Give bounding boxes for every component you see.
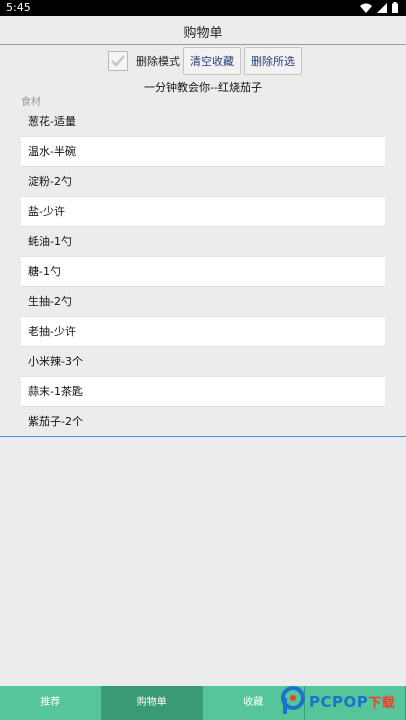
list-item[interactable]: 蒜末-1茶匙 (21, 377, 385, 407)
watermark: PCPOP下载 (280, 684, 406, 718)
list-item[interactable]: 盐-少许 (21, 197, 385, 227)
recipe-title: 一分钟教会你--红烧茄子 (144, 81, 262, 94)
watermark-brand: PCPOP (309, 692, 369, 711)
page-title: 购物单 (183, 26, 223, 41)
ingredients-section-label: 食材 (21, 97, 41, 108)
pcpop-logo-icon (281, 686, 305, 714)
status-icons (360, 2, 398, 13)
list-divider (0, 436, 406, 437)
delete-mode-label: 删除模式 (136, 55, 180, 68)
list-item[interactable]: 紫茄子-2个 (21, 407, 385, 437)
ingredient-list: 葱花-适量 温水-半碗 淀粉-2勺 盐-少许 蚝油-1勺 糖-1勺 生抽-2勺 老抽-少许 小米… (21, 107, 385, 437)
checkmark-icon (111, 55, 125, 67)
list-item[interactable]: 糖-1勺 (21, 257, 385, 287)
list-item[interactable]: 老抽-少许 (21, 317, 385, 347)
watermark-suffix: 下载 (368, 695, 396, 711)
watermark-text: PCPOP下载 (309, 692, 395, 711)
delete-mode-checkbox[interactable] (108, 51, 128, 71)
list-item[interactable]: 小米辣-3个 (21, 347, 385, 377)
battery-icon (392, 2, 398, 13)
nav-tab-0[interactable]: 推荐 (0, 686, 102, 720)
delete-selected-button[interactable]: 删除所选 (244, 47, 302, 75)
nav-tab-1[interactable]: 购物单 (101, 686, 203, 720)
signal-icon (377, 2, 387, 13)
status-bar: 5:45 (0, 0, 406, 16)
list-item[interactable]: 温水-半碗 (21, 137, 385, 167)
list-item[interactable]: 蚝油-1勺 (21, 227, 385, 257)
title-bar: 购物单 (0, 16, 406, 45)
clear-favorites-button[interactable]: 清空收藏 (183, 47, 241, 75)
toolbar: 删除模式 清空收藏 删除所选 (108, 46, 305, 76)
app-screen: 5:45 购物单 删除模式 清空收藏 删除所选 一分钟教会你--红烧茄子 食材 (0, 0, 406, 720)
status-time: 5:45 (6, 1, 31, 14)
list-item[interactable]: 生抽-2勺 (21, 287, 385, 317)
list-item[interactable]: 葱花-适量 (21, 107, 385, 137)
wifi-icon (360, 3, 372, 13)
list-item[interactable]: 淀粉-2勺 (21, 167, 385, 197)
